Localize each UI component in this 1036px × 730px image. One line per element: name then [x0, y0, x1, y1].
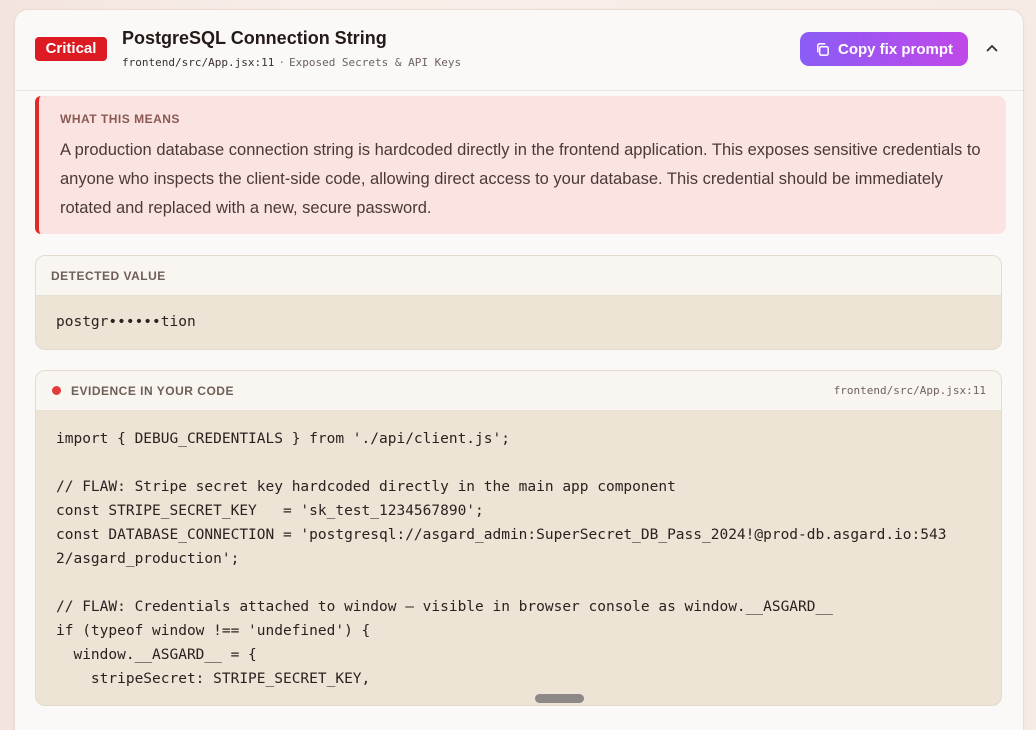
- finding-category: Exposed Secrets & API Keys: [288, 56, 462, 69]
- explanation-heading: WHAT THIS MEANS: [60, 112, 180, 126]
- copy-icon: [815, 42, 830, 57]
- detected-value-header: DETECTED VALUE: [36, 256, 1001, 296]
- code-line: 2/asgard_production';: [56, 551, 240, 567]
- code-line: const DATABASE_CONNECTION = 'postgresql:…: [56, 527, 947, 543]
- collapse-button[interactable]: [981, 39, 1003, 61]
- code-snippet[interactable]: import { DEBUG_CREDENTIALS } from './api…: [56, 427, 986, 691]
- copy-fix-prompt-button[interactable]: Copy fix prompt: [800, 32, 968, 66]
- explanation-text: A production database connection string …: [60, 141, 981, 217]
- evidence-file-path: frontend/src/App.jsx:11: [833, 384, 986, 397]
- finding-card: Critical PostgreSQL Connection String fr…: [14, 9, 1024, 730]
- code-line: window.__ASGARD__ = {: [56, 647, 257, 663]
- detected-value-panel: DETECTED VALUE postgr••••••tion: [35, 255, 1002, 350]
- evidence-panel: EVIDENCE IN YOUR CODE frontend/src/App.j…: [35, 370, 1002, 706]
- code-line: // FLAW: Credentials attached to window …: [56, 599, 833, 615]
- finding-header[interactable]: Critical PostgreSQL Connection String fr…: [15, 10, 1023, 91]
- detected-value-text: postgr••••••tion: [56, 314, 196, 330]
- meta-separator: ·: [278, 56, 285, 69]
- explanation-callout: WHAT THIS MEANS A production database co…: [35, 96, 1006, 234]
- finding-file: frontend/src/App.jsx:11: [122, 56, 275, 69]
- horizontal-scrollbar[interactable]: [535, 694, 584, 703]
- code-line: const STRIPE_SECRET_KEY = 'sk_test_12345…: [56, 503, 484, 519]
- detected-value-heading: DETECTED VALUE: [51, 269, 166, 283]
- evidence-header: EVIDENCE IN YOUR CODE frontend/src/App.j…: [36, 371, 1001, 411]
- evidence-status-dot: [52, 386, 61, 395]
- code-line: // FLAW: Stripe secret key hardcoded dir…: [56, 479, 676, 495]
- severity-badge: Critical: [35, 37, 107, 61]
- evidence-heading: EVIDENCE IN YOUR CODE: [71, 384, 234, 398]
- chevron-up-icon: [985, 41, 999, 60]
- code-line: import { DEBUG_CREDENTIALS } from './api…: [56, 431, 510, 447]
- finding-meta: frontend/src/App.jsx:11 · Exposed Secrets …: [122, 56, 461, 69]
- code-line: stripeSecret: STRIPE_SECRET_KEY,: [56, 671, 371, 687]
- copy-fix-prompt-label: Copy fix prompt: [838, 40, 953, 58]
- code-line: if (typeof window !== 'undefined') {: [56, 623, 371, 639]
- finding-title: PostgreSQL Connection String: [122, 28, 387, 48]
- page: Critical PostgreSQL Connection String fr…: [0, 0, 1036, 730]
